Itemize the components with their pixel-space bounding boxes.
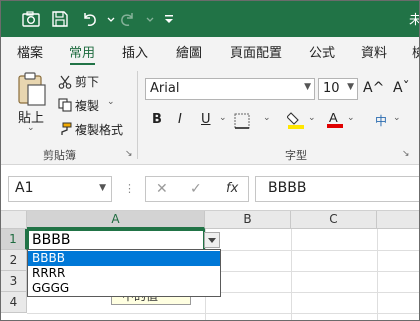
formula-bar: A1 ▼ ⋮ ✕ ✓ fx BBBB	[1, 165, 419, 211]
borders-dropdown-icon[interactable]: ⌄	[263, 113, 271, 123]
svg-text:A: A	[329, 110, 338, 125]
excel-window: 未 檔案 常用 插入 繪圖 頁面配置 公式 資料 檢 貼上 ⌄ 剪下 複製 ⌄ …	[0, 0, 420, 321]
name-box[interactable]: A1 ▼	[8, 176, 112, 202]
font-group-label: 字型	[285, 149, 307, 162]
font-color-icon[interactable]: A	[326, 109, 344, 133]
font-name-combo[interactable]: Arial ▼	[145, 78, 315, 100]
gridline	[291, 229, 292, 320]
fill-color-dropdown-icon[interactable]: ⌄	[308, 113, 316, 123]
scissors-icon	[58, 74, 72, 93]
font-name-dropdown-icon[interactable]: ▼	[304, 82, 311, 92]
redo-dropdown-icon	[140, 9, 154, 29]
undo-dropdown-icon[interactable]	[101, 9, 115, 29]
title-bar: 未	[1, 1, 419, 37]
font-name-value: Arial	[150, 81, 180, 96]
tab-draw[interactable]: 繪圖	[176, 42, 202, 61]
grow-font-button[interactable]: A^	[363, 80, 384, 96]
underline-button[interactable]: U	[201, 112, 211, 127]
bold-button[interactable]: B	[152, 112, 162, 127]
row-header-2[interactable]: 2	[1, 250, 27, 271]
paste-dropdown-icon[interactable]: ⌄	[27, 123, 35, 133]
customize-qat-icon[interactable]	[159, 9, 179, 29]
name-box-value: A1	[15, 180, 34, 196]
save-icon[interactable]	[50, 9, 70, 29]
font-size-dropdown-icon[interactable]: ▼	[347, 82, 354, 92]
phonetic-dropdown-icon[interactable]: ⌄	[393, 113, 401, 123]
cut-button[interactable]: 剪下	[75, 73, 99, 90]
clipboard-group-label: 剪貼簿	[43, 149, 76, 162]
group-separator	[137, 71, 138, 159]
row-header-3[interactable]: 3	[1, 271, 27, 292]
gridline	[377, 229, 378, 320]
copy-button[interactable]: 複製	[75, 97, 99, 114]
row-header-4[interactable]: 4	[1, 292, 27, 313]
tab-review[interactable]: 檢	[412, 42, 419, 61]
underline-dropdown-icon[interactable]: ⌄	[219, 113, 227, 123]
formula-value: BBBB	[268, 180, 307, 196]
borders-icon[interactable]	[234, 113, 250, 133]
copy-dropdown-icon[interactable]: ⌄	[107, 97, 115, 107]
paste-icon[interactable]	[15, 71, 49, 111]
more-icon[interactable]: ⋮	[124, 182, 135, 195]
insert-function-icon[interactable]: fx	[226, 181, 238, 196]
row-header-1[interactable]: 1	[1, 229, 27, 250]
italic-button[interactable]: I	[178, 112, 182, 127]
enter-icon[interactable]: ✓	[190, 181, 202, 197]
window-title: 未	[409, 9, 419, 28]
formula-buttons: ✕ ✓ fx	[145, 176, 249, 202]
select-all-button[interactable]	[1, 211, 27, 229]
undo-icon[interactable]	[79, 9, 99, 29]
column-header-c[interactable]: C	[291, 211, 377, 229]
redo-icon	[118, 9, 138, 29]
column-header-a[interactable]: A	[27, 211, 205, 229]
tab-insert[interactable]: 插入	[122, 42, 148, 61]
font-size-value: 10	[323, 81, 340, 96]
cancel-icon[interactable]: ✕	[156, 181, 168, 197]
tab-data[interactable]: 資料	[361, 42, 387, 61]
cell-a1-value: BBBB	[32, 232, 71, 248]
gridline	[27, 313, 419, 314]
dropdown-option-rrrr[interactable]: RRRR	[28, 266, 220, 281]
font-launcher-icon[interactable]: ↘	[402, 149, 410, 159]
column-header-b[interactable]: B	[205, 211, 291, 229]
cell-a1[interactable]: BBBB	[27, 229, 205, 251]
formula-input[interactable]: BBBB	[255, 176, 419, 202]
tab-formulas[interactable]: 公式	[309, 42, 335, 61]
ribbon: 貼上 ⌄ 剪下 複製 ⌄ 複製格式 剪貼簿 ↘ Arial ▼ 10 ▼ A^ …	[1, 65, 419, 165]
phonetic-guide-button[interactable]: 中	[375, 112, 387, 129]
font-size-combo[interactable]: 10 ▼	[318, 78, 358, 100]
worksheet-grid: A B C 1 2 3 4 BBBB 中的值 BBBB RRRR GGGG	[1, 211, 419, 320]
shrink-font-button[interactable]: Aˇ	[393, 80, 410, 96]
tab-page-layout[interactable]: 頁面配置	[230, 42, 282, 61]
fill-color-icon[interactable]	[286, 110, 305, 134]
validation-dropdown-list: BBBB RRRR GGGG	[27, 249, 221, 297]
ribbon-tabs: 檔案 常用 插入 繪圖 頁面配置 公式 資料 檢	[1, 37, 419, 65]
font-color-dropdown-icon[interactable]: ⌄	[347, 113, 355, 123]
dropdown-option-gggg[interactable]: GGGG	[28, 281, 220, 296]
tab-file[interactable]: 檔案	[17, 42, 43, 61]
validation-dropdown-button[interactable]	[204, 232, 220, 248]
format-painter-button[interactable]: 複製格式	[75, 121, 123, 138]
camera-icon[interactable]	[21, 9, 41, 29]
dropdown-option-bbbb[interactable]: BBBB	[28, 251, 220, 266]
column-header-d[interactable]	[377, 211, 419, 229]
clipboard-launcher-icon[interactable]: ↘	[125, 149, 133, 159]
format-painter-icon	[58, 121, 72, 140]
tab-home[interactable]: 常用	[69, 42, 95, 61]
copy-icon	[58, 97, 72, 116]
name-box-dropdown-icon[interactable]: ▼	[99, 183, 106, 193]
